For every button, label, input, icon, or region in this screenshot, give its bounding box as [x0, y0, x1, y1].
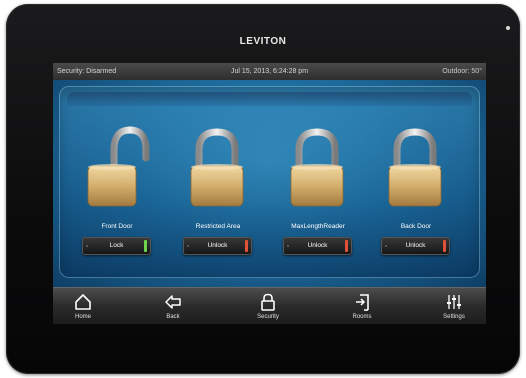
padlock-closed-icon[interactable]	[383, 120, 449, 220]
status-bar: Security: Disarmed Jul 15, 2013, 6:24:28…	[53, 63, 486, 80]
padlock-closed-icon[interactable]	[285, 120, 351, 220]
home-icon	[75, 294, 91, 310]
status-indicator	[443, 240, 446, 252]
nav-home[interactable]: Home	[53, 288, 113, 324]
nav-label: Security	[257, 314, 279, 320]
locks-content-area: Front Door Lock Restricted Area Unlock M…	[53, 80, 486, 287]
nav-label: Home	[74, 314, 91, 320]
lock-card-maxlengthreader: MaxLengthReader Unlock	[273, 120, 363, 260]
lock-name: MaxLengthReader	[291, 223, 345, 230]
padlock-icon	[261, 293, 275, 311]
lock-button-label: Unlock	[207, 242, 228, 249]
nav-back[interactable]: Back	[143, 288, 203, 324]
lock-card-front-door: Front Door Lock	[72, 120, 162, 260]
lock-button-label: Unlock	[307, 242, 328, 249]
nav-label: Settings	[443, 314, 465, 320]
nav-settings[interactable]: Settings	[424, 288, 484, 324]
status-indicator	[245, 240, 248, 252]
padlock-open-icon[interactable]	[84, 120, 150, 220]
date-time: Jul 15, 2013, 6:24:28 pm	[230, 68, 309, 75]
lock-name: Restricted Area	[195, 223, 241, 230]
nav-rooms[interactable]: Rooms	[332, 288, 392, 324]
button-dot	[86, 245, 88, 247]
panel-header	[67, 92, 472, 106]
sliders-icon	[447, 295, 461, 309]
status-indicator	[345, 240, 348, 252]
nav-security[interactable]: Security	[238, 288, 298, 324]
bottom-nav-bar: Home Back Security Rooms Settings	[53, 287, 486, 324]
unlock-button[interactable]: Unlock	[183, 237, 252, 255]
nav-label: Rooms	[352, 314, 372, 320]
button-dot	[287, 245, 289, 247]
unlock-button[interactable]: Unlock	[381, 237, 450, 255]
lock-toggle-button[interactable]: Lock	[82, 237, 151, 255]
unlock-button[interactable]: Unlock	[283, 237, 352, 255]
back-arrow-icon	[165, 295, 181, 309]
nav-label: Back	[166, 314, 180, 320]
locks-panel: Front Door Lock Restricted Area Unlock M…	[59, 86, 480, 278]
camera-sensor	[506, 26, 510, 30]
lock-card-restricted-area: Restricted Area Unlock	[173, 120, 263, 260]
brand-logo: LEVITON	[239, 36, 287, 47]
status-indicator	[144, 240, 147, 252]
padlock-closed-icon[interactable]	[185, 120, 251, 220]
touch-screen: Security: Disarmed Jul 15, 2013, 6:24:28…	[53, 63, 486, 324]
outdoor-temperature: Outdoor: 50°	[442, 68, 482, 75]
lock-name: Front Door	[101, 223, 133, 230]
door-icon	[356, 294, 369, 311]
lock-button-label: Lock	[109, 242, 124, 249]
button-dot	[187, 245, 189, 247]
button-dot	[385, 245, 387, 247]
lock-name: Back Door	[400, 223, 432, 230]
lock-card-back-door: Back Door Unlock	[371, 120, 461, 260]
lock-button-label: Unlock	[405, 242, 426, 249]
